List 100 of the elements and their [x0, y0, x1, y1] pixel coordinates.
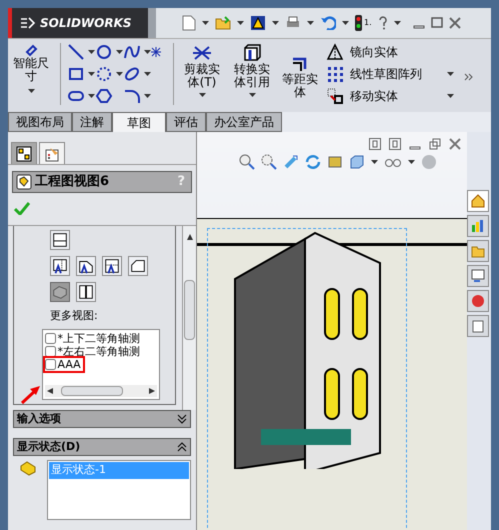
panel-title: 工程图视图6	[35, 173, 110, 192]
home-icon[interactable]	[467, 190, 489, 212]
view-settings-icon[interactable]	[327, 154, 343, 170]
dropdown-arrow-icon[interactable]	[394, 21, 401, 25]
ribbon-tab[interactable]: 办公室产品	[206, 112, 282, 132]
scroll-left-icon[interactable]	[46, 388, 52, 394]
restore-icon[interactable]	[429, 138, 441, 150]
spline-tool-icon[interactable]	[123, 43, 141, 61]
dropdown-arrow-icon[interactable]	[307, 21, 314, 25]
smart-dimension-button[interactable]: 智能尺寸	[8, 43, 54, 93]
ribbon-list-command[interactable]: 镜向实体	[326, 43, 398, 61]
panel-tab[interactable]	[39, 142, 65, 164]
folder-icon[interactable]	[215, 16, 231, 30]
cube-icon[interactable]	[349, 154, 365, 170]
section-header[interactable]: 显示状态(D)	[13, 438, 191, 456]
printer-icon[interactable]	[285, 16, 301, 30]
logo-text: SOLIDWORKS	[40, 15, 132, 32]
point-icon[interactable]	[151, 47, 161, 57]
panel-tab[interactable]	[11, 142, 37, 164]
view-checkbox[interactable]	[44, 358, 56, 370]
ribbon-tab[interactable]: 草图	[112, 112, 166, 132]
dropdown-arrow-icon[interactable]	[202, 21, 209, 25]
view-orientation-button[interactable]	[128, 256, 148, 276]
ribbon-command-button[interactable]: 等距实体	[280, 53, 320, 99]
dropdown-arrow-icon[interactable]	[144, 94, 151, 98]
rect-tool-icon[interactable]	[67, 65, 85, 83]
close-icon[interactable]	[448, 17, 461, 29]
arc-tool-icon[interactable]	[95, 65, 113, 83]
dropdown-arrow-icon[interactable]	[198, 93, 206, 97]
view-palette-icon[interactable]	[467, 265, 489, 287]
ribbon-tab[interactable]: 注解	[72, 112, 112, 132]
dropdown-arrow-icon[interactable]	[144, 50, 151, 54]
glasses-icon[interactable]	[384, 157, 402, 167]
view-checkbox[interactable]	[44, 346, 56, 356]
warning-icon[interactable]	[250, 15, 266, 31]
chart-icon[interactable]	[467, 215, 489, 237]
ribbon-tab[interactable]: 视图布局	[8, 112, 72, 132]
scroll-up-icon[interactable]	[186, 234, 192, 240]
view-orientation-button[interactable]	[102, 256, 122, 276]
ribbon-list-command[interactable]: 移动实体	[326, 87, 398, 105]
view-option[interactable]: *左右二等角轴测	[44, 344, 140, 358]
zoom-fit-icon[interactable]	[239, 154, 255, 170]
new-document-icon[interactable]	[182, 15, 196, 31]
view-option[interactable]: AAA	[44, 358, 83, 370]
vertical-scrollbar[interactable]	[182, 226, 196, 410]
dropdown-arrow-icon[interactable]	[371, 160, 378, 164]
drawing-view-icon	[16, 174, 32, 190]
dropdown-arrow-icon[interactable]	[88, 50, 95, 54]
scroll-right-icon[interactable]	[148, 388, 154, 394]
more-chevron-icon[interactable]	[464, 73, 474, 81]
previous-view-icon[interactable]	[283, 154, 299, 170]
ellipse-tool-icon[interactable]	[123, 65, 141, 83]
view-option[interactable]: *上下二等角轴测	[44, 332, 140, 344]
close-icon[interactable]	[449, 138, 461, 150]
dropdown-arrow-icon[interactable]	[88, 72, 95, 76]
view-orientation-button[interactable]	[76, 256, 96, 276]
dropdown-arrow-icon[interactable]	[272, 21, 279, 25]
ribbon-command-button[interactable]: 转换实体引用	[230, 43, 274, 97]
checkmark-icon[interactable]	[14, 201, 30, 215]
dropdown-arrow-icon[interactable]	[116, 72, 123, 76]
restore-left-icon[interactable]	[369, 138, 381, 150]
restore-right-icon[interactable]	[389, 138, 401, 150]
dropdown-arrow-icon[interactable]	[116, 50, 123, 54]
dropdown-arrow-icon[interactable]	[447, 94, 454, 98]
ribbon-list-command[interactable]: 线性草图阵列	[326, 65, 422, 83]
convert-icon	[242, 43, 262, 63]
undo-icon[interactable]	[320, 16, 336, 30]
fillet-tool-icon[interactable]	[123, 87, 141, 105]
logo-icon	[20, 16, 36, 30]
dropdown-arrow-icon[interactable]	[342, 21, 349, 25]
toolbar-handle[interactable]	[148, 8, 156, 38]
ribbon-tab[interactable]: 评估	[166, 112, 206, 132]
view-checkbox[interactable]	[44, 332, 56, 344]
maximize-icon[interactable]	[430, 17, 443, 29]
feature-tree-icon	[16, 146, 32, 162]
dropdown-arrow-icon[interactable]	[408, 160, 415, 164]
chevron-icon	[177, 442, 187, 452]
view-orientation-button[interactable]	[76, 282, 96, 302]
dropdown-arrow-icon[interactable]	[88, 94, 95, 98]
horizontal-scrollbar[interactable]	[44, 384, 156, 396]
dropdown-arrow-icon[interactable]	[447, 72, 454, 76]
move-icon	[326, 87, 344, 105]
dimension-icon	[24, 43, 38, 57]
view-orientation-button[interactable]	[50, 256, 70, 276]
dropdown-arrow-icon[interactable]	[237, 21, 244, 25]
traffic-light-icon[interactable]	[355, 15, 362, 31]
section-header[interactable]: 输入选项	[13, 410, 191, 428]
view-orientation-button[interactable]	[50, 230, 70, 250]
dropdown-arrow-icon[interactable]	[248, 93, 256, 97]
dropdown-arrow-icon[interactable]	[28, 89, 34, 93]
line-tool-icon[interactable]	[67, 43, 85, 61]
circle-tool-icon[interactable]	[95, 43, 113, 61]
polygon-tool-icon[interactable]	[95, 87, 113, 105]
dropdown-arrow-icon[interactable]	[144, 72, 151, 76]
zoom-area-icon[interactable]	[261, 154, 277, 170]
more-views-label: 更多视图:	[50, 308, 98, 324]
property-sheet-icon	[44, 146, 60, 162]
rotate-icon[interactable]	[305, 154, 321, 170]
ribbon-command-button[interactable]: 剪裁实体(T)	[180, 43, 224, 97]
help-icon[interactable]	[378, 16, 388, 30]
